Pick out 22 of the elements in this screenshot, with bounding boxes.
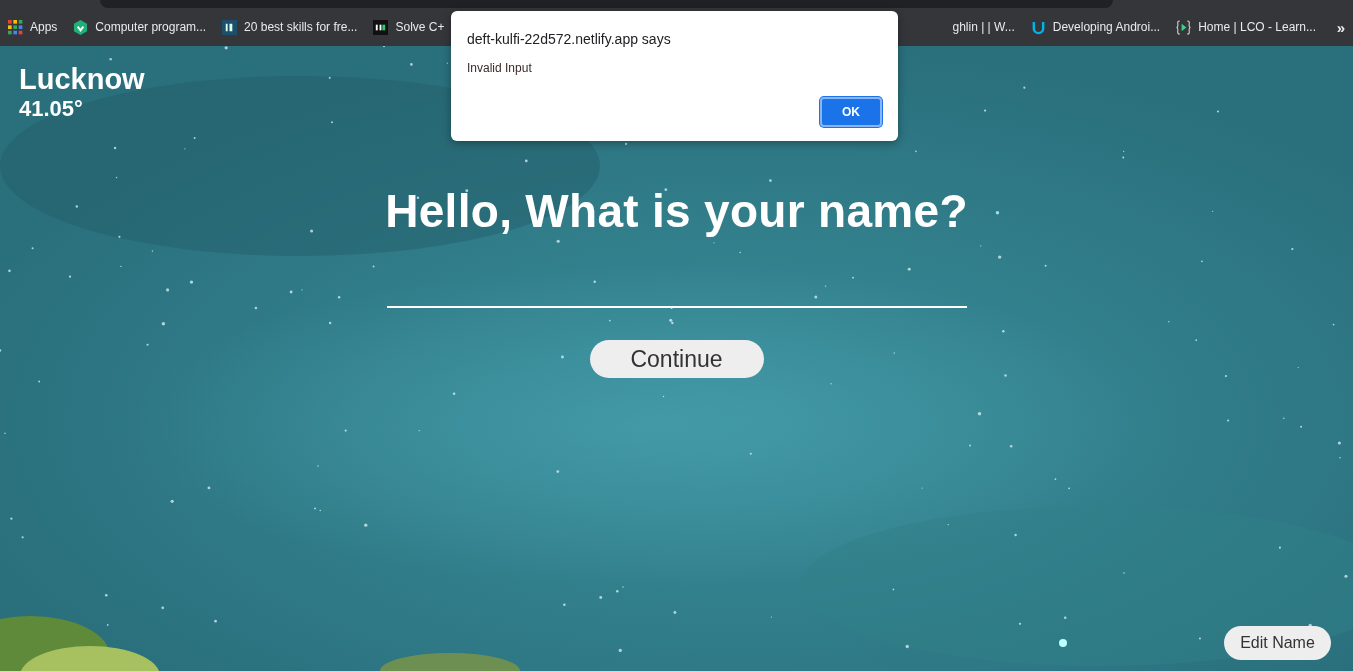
bookmark-link[interactable]: Developing Androi... [1030, 19, 1161, 35]
ok-button[interactable]: OK [820, 97, 882, 127]
bookmark-link[interactable]: Computer program... [73, 19, 207, 35]
edit-name-button[interactable]: Edit Name [1224, 626, 1331, 660]
more-bookmarks-button[interactable]: » [1336, 18, 1345, 36]
city-name: Lucknow [19, 62, 145, 96]
temperature: 41.05° [19, 96, 84, 122]
square-logo-icon [373, 19, 389, 35]
bookmark-link[interactable]: ghlin | | W... [952, 20, 1015, 34]
play-braces-icon [1176, 19, 1192, 35]
square-logo-icon [222, 19, 238, 35]
hexagon-logo-icon [73, 19, 89, 35]
apps-grid-icon [8, 19, 23, 35]
bookmark-link[interactable]: Apps [8, 19, 58, 35]
question-heading: Hello, What is your name? [385, 184, 968, 238]
bookmark-link[interactable]: 20 best skills for fre... [222, 19, 358, 35]
continue-button[interactable]: Continue [589, 340, 764, 378]
bookmark-link[interactable]: Solve C+ [373, 19, 445, 35]
u-logo-icon [1030, 19, 1046, 35]
bookmark-link[interactable]: Home | LCO - Learn... [1176, 19, 1316, 35]
dialog-title: deft-kulfi-22d572.netlify.app says [467, 31, 672, 47]
dialog-message: Invalid Input [467, 61, 533, 75]
